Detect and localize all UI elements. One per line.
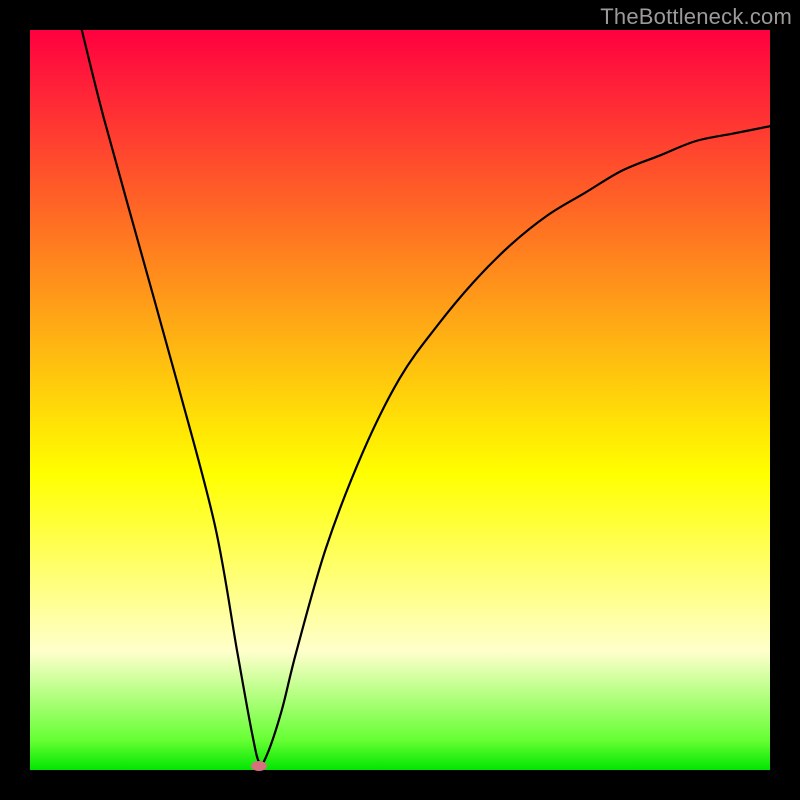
curve-path	[82, 30, 770, 764]
minimum-marker	[251, 761, 267, 771]
plot-area	[30, 30, 770, 770]
chart-frame: TheBottleneck.com	[0, 0, 800, 800]
watermark-text: TheBottleneck.com	[600, 4, 792, 30]
bottleneck-curve	[30, 30, 770, 770]
